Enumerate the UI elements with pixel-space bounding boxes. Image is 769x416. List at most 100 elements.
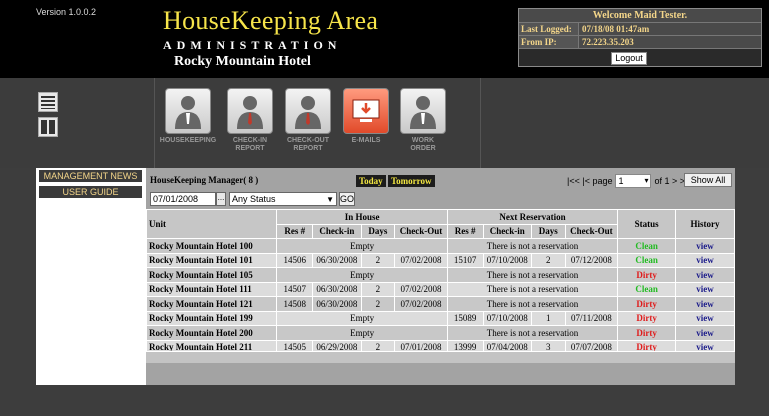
header-unit: Unit xyxy=(145,209,278,239)
in-house-checkout: 07/02/2008 xyxy=(394,252,448,268)
status-cell[interactable]: Dirty xyxy=(617,325,677,341)
app-subtitle: ADMINISTRATION xyxy=(163,38,342,52)
nav-checkout-report[interactable]: CHECK-OUT REPORT xyxy=(279,88,337,153)
next-res-res: 15107 xyxy=(446,252,484,268)
next-res-checkout: 07/11/2008 xyxy=(564,310,619,326)
hotel-name: Rocky Mountain Hotel xyxy=(174,54,311,69)
nav-housekeeping[interactable]: HOUSEKEEPING xyxy=(159,88,217,145)
in-house-empty: Empty xyxy=(276,310,448,326)
status-cell[interactable]: Clean xyxy=(617,238,677,254)
unit-name[interactable]: Rocky Mountain Hotel 121 xyxy=(145,296,278,312)
header-nr-days: Days xyxy=(530,223,566,239)
version-label: Version 1.0.0.2 xyxy=(36,7,97,17)
unit-name[interactable]: Rocky Mountain Hotel 101 xyxy=(145,252,278,268)
table-row: Rocky Mountain Hotel 100 Empty There is no… xyxy=(145,238,735,254)
history-view-link[interactable]: view xyxy=(675,281,735,297)
header-ih-days: Days xyxy=(360,223,396,239)
next-res-empty: There is not a reservation xyxy=(446,267,619,283)
tomorrow-button[interactable]: Tomorrow xyxy=(388,175,435,187)
in-house-checkin: 06/30/2008 xyxy=(312,296,362,312)
header: Version 1.0.0.2 HouseKeeping Area ADMINI… xyxy=(0,0,769,78)
nav-emails[interactable]: E-MAILS xyxy=(337,88,395,145)
show-all-button[interactable]: Show All xyxy=(684,173,732,187)
header-ih-checkout: Check-Out xyxy=(394,223,448,239)
unit-name[interactable]: Rocky Mountain Hotel 111 xyxy=(145,281,278,297)
user-guide-button[interactable]: USER GUIDE xyxy=(39,186,142,198)
next-res-empty: There is not a reservation xyxy=(446,281,619,297)
nav-checkin-label-1: CHECK-IN xyxy=(232,137,268,144)
main-panel: HouseKeeping Manager( 8 ) Today Tomorrow… xyxy=(145,168,735,385)
header-ih-checkin: Check-in xyxy=(312,223,362,239)
chevron-down-icon: ▾ xyxy=(644,176,649,185)
next-res-days: 2 xyxy=(530,252,566,268)
date-input[interactable]: 07/01/2008 xyxy=(150,192,216,206)
nav-workorder-label-1: WORK xyxy=(411,137,435,144)
status-cell[interactable]: Clean xyxy=(617,281,677,297)
in-house-days: 2 xyxy=(360,252,396,268)
nav-checkin-report[interactable]: CHECK-IN REPORT xyxy=(221,88,279,153)
date-picker-button[interactable]: ... xyxy=(216,192,226,206)
unit-name[interactable]: Rocky Mountain Hotel 100 xyxy=(145,238,278,254)
today-button[interactable]: Today xyxy=(356,175,386,187)
history-view-link[interactable]: view xyxy=(675,296,735,312)
header-next-reservation: Next Reservation xyxy=(446,209,619,225)
from-ip-value: 72.223.35.203 xyxy=(579,36,761,48)
status-cell[interactable]: Dirty xyxy=(617,267,677,283)
pager: |<< |< page 1 ▾ of 1 > >>| xyxy=(567,174,693,188)
go-button[interactable]: GO xyxy=(339,192,355,206)
welcome-title: Welcome Maid Tester. xyxy=(519,9,761,23)
icon-toolbar-left xyxy=(0,78,155,168)
next-res-checkin: 07/10/2008 xyxy=(482,310,532,326)
unit-name[interactable]: Rocky Mountain Hotel 105 xyxy=(145,267,278,283)
history-view-link[interactable]: view xyxy=(675,267,735,283)
status-select[interactable]: Any Status ▼ xyxy=(229,192,337,206)
nav-checkout-label-2: REPORT xyxy=(293,145,323,152)
in-house-res: 14507 xyxy=(276,281,314,297)
history-view-link[interactable]: view xyxy=(675,252,735,268)
pager-prev[interactable]: |<< |< page xyxy=(567,176,612,186)
icon-toolbar-divider xyxy=(480,78,481,168)
header-status: Status xyxy=(617,209,677,239)
in-house-days: 2 xyxy=(360,296,396,312)
in-house-empty: Empty xyxy=(276,267,448,283)
maid-person-icon xyxy=(165,88,211,134)
last-logged-row: Last Logged: 07/18/08 01:47am xyxy=(519,23,761,36)
last-logged-value: 07/18/08 01:47am xyxy=(579,23,761,35)
person-icon xyxy=(285,88,331,134)
nav-work-order[interactable]: WORK ORDER xyxy=(394,88,452,153)
unit-name[interactable]: Rocky Mountain Hotel 200 xyxy=(145,325,278,341)
history-view-link[interactable]: view xyxy=(675,310,735,326)
header-nr-res: Res # xyxy=(446,223,484,239)
list-view-icon[interactable] xyxy=(38,92,58,112)
next-res-empty: There is not a reservation xyxy=(446,238,619,254)
unit-name[interactable]: Rocky Mountain Hotel 199 xyxy=(145,310,278,326)
column-view-icon[interactable] xyxy=(38,117,58,137)
history-view-link[interactable]: view xyxy=(675,238,735,254)
header-ih-res: Res # xyxy=(276,223,314,239)
history-view-link[interactable]: view xyxy=(675,325,735,341)
logout-button[interactable]: Logout xyxy=(611,52,647,65)
grid-toolbar: HouseKeeping Manager( 8 ) Today Tomorrow… xyxy=(146,168,735,190)
nav-workorder-label-2: ORDER xyxy=(410,145,436,152)
table-row: Rocky Mountain Hotel 105 Empty There is no… xyxy=(145,267,735,283)
header-nr-checkout: Check-Out xyxy=(564,223,619,239)
next-res-empty: There is not a reservation xyxy=(446,296,619,312)
nav-emails-label: E-MAILS xyxy=(351,137,381,144)
status-cell[interactable]: Dirty xyxy=(617,296,677,312)
management-news-button[interactable]: MANAGEMENT NEWS xyxy=(39,170,142,182)
next-res-days: 1 xyxy=(530,310,566,326)
in-house-checkin: 06/30/2008 xyxy=(312,252,362,268)
status-cell[interactable]: Dirty xyxy=(617,310,677,326)
next-res-checkout: 07/12/2008 xyxy=(564,252,619,268)
from-ip-row: From IP: 72.223.35.203 xyxy=(519,36,761,49)
header-history: History xyxy=(675,209,735,239)
last-logged-label: Last Logged: xyxy=(519,23,579,35)
status-cell[interactable]: Clean xyxy=(617,252,677,268)
worker-person-icon xyxy=(400,88,446,134)
next-res-empty: There is not a reservation xyxy=(446,325,619,341)
in-house-checkout: 07/02/2008 xyxy=(394,281,448,297)
in-house-empty: Empty xyxy=(276,238,448,254)
email-inbox-icon xyxy=(343,88,389,134)
icon-toolbar: HOUSEKEEPING CHECK-IN REPORT CHECK-OUT R… xyxy=(0,78,769,168)
page-select[interactable]: 1 ▾ xyxy=(615,174,652,188)
